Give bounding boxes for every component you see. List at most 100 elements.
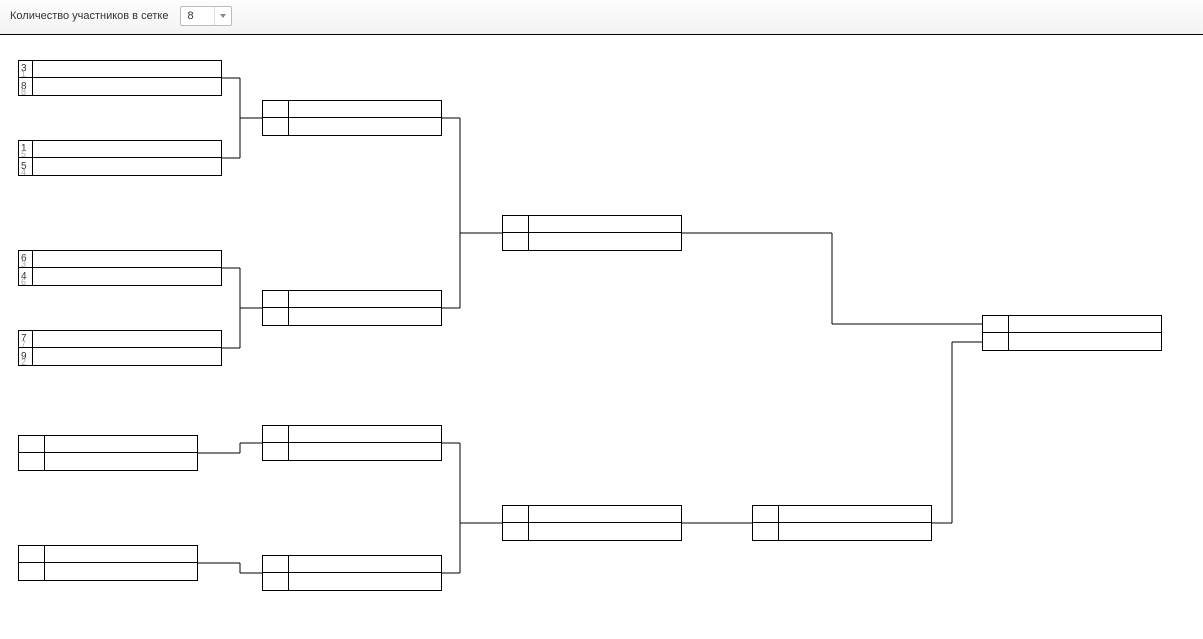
bracket-match-l1-2[interactable] <box>18 545 198 581</box>
seed-sub: 8 <box>21 88 26 97</box>
seed-cell: 8 8 <box>19 78 33 95</box>
player-cell <box>45 563 197 580</box>
seed-cell <box>263 443 289 460</box>
match-row <box>752 523 932 541</box>
player-cell <box>33 251 221 267</box>
match-row: 6 3 <box>18 250 222 268</box>
match-row <box>502 233 682 251</box>
match-row <box>502 505 682 523</box>
chevron-down-icon <box>220 14 226 18</box>
match-row <box>262 308 442 326</box>
player-cell <box>289 118 441 135</box>
bracket-match-final[interactable] <box>982 315 1162 351</box>
bracket-match-r1-4[interactable]: 7 7 9 2 <box>18 330 222 366</box>
player-cell <box>779 523 931 540</box>
bracket-area: 3 1 8 8 1 5 5 4 <box>0 35 1203 635</box>
player-cell <box>33 348 221 365</box>
seed-cell: 3 1 <box>19 61 33 77</box>
seed-cell <box>983 333 1009 350</box>
bracket-match-r1-1[interactable]: 3 1 8 8 <box>18 60 222 96</box>
player-cell <box>33 141 221 157</box>
match-row: 9 2 <box>18 348 222 366</box>
seed-cell <box>503 216 529 232</box>
player-cell <box>45 546 197 562</box>
seed-cell <box>753 506 779 522</box>
participants-select[interactable]: 8 <box>180 6 232 26</box>
match-row <box>18 563 198 581</box>
match-row: 3 1 <box>18 60 222 78</box>
player-cell <box>33 331 221 347</box>
bracket-match-r1-2[interactable]: 1 5 5 4 <box>18 140 222 176</box>
seed-sub: 5 <box>21 150 26 159</box>
match-row <box>262 573 442 591</box>
seed-cell: 6 3 <box>19 251 33 267</box>
seed-cell <box>263 573 289 590</box>
seed-cell <box>503 233 529 250</box>
seed-cell <box>753 523 779 540</box>
player-cell <box>529 523 681 540</box>
participants-label: Количество участников в сетке <box>10 10 168 22</box>
player-cell <box>289 101 441 117</box>
bracket-match-l1-1[interactable] <box>18 435 198 471</box>
match-row: 7 7 <box>18 330 222 348</box>
seed-cell: 5 4 <box>19 158 33 175</box>
match-row: 1 5 <box>18 140 222 158</box>
player-cell <box>529 506 681 522</box>
player-cell <box>45 453 197 470</box>
bracket-match-l4[interactable] <box>752 505 932 541</box>
match-row <box>18 453 198 471</box>
seed-cell <box>983 316 1009 332</box>
player-cell <box>33 61 221 77</box>
match-row <box>502 523 682 541</box>
seed-sub: 4 <box>21 168 26 177</box>
seed-cell <box>19 453 45 470</box>
match-row <box>752 505 932 523</box>
match-row <box>262 555 442 573</box>
seed-cell: 7 7 <box>19 331 33 347</box>
topbar: Количество участников в сетке 8 <box>0 0 1203 35</box>
seed-sub: 2 <box>21 358 26 367</box>
player-cell <box>1009 316 1161 332</box>
player-cell <box>289 443 441 460</box>
match-row <box>262 443 442 461</box>
player-cell <box>33 78 221 95</box>
match-row: 5 4 <box>18 158 222 176</box>
seed-cell <box>263 118 289 135</box>
player-cell <box>529 233 681 250</box>
bracket-match-l3[interactable] <box>502 505 682 541</box>
player-cell <box>289 308 441 325</box>
player-cell <box>779 506 931 522</box>
seed-sub: 3 <box>21 260 26 269</box>
seed-cell <box>503 506 529 522</box>
seed-cell <box>263 308 289 325</box>
match-row: 4 6 <box>18 268 222 286</box>
match-row <box>262 425 442 443</box>
seed-cell <box>19 546 45 562</box>
bracket-match-l2-1[interactable] <box>262 425 442 461</box>
match-row <box>262 290 442 308</box>
seed-cell <box>19 563 45 580</box>
bracket-match-wf[interactable] <box>502 215 682 251</box>
player-cell <box>1009 333 1161 350</box>
player-cell <box>33 158 221 175</box>
seed-cell <box>263 426 289 442</box>
bracket-match-r2-2[interactable] <box>262 290 442 326</box>
match-row: 8 8 <box>18 78 222 96</box>
seed-sub: 7 <box>21 340 26 349</box>
bracket-match-l2-2[interactable] <box>262 555 442 591</box>
match-row <box>502 215 682 233</box>
bracket-match-r1-3[interactable]: 6 3 4 6 <box>18 250 222 286</box>
bracket-match-r2-1[interactable] <box>262 100 442 136</box>
seed-cell: 1 5 <box>19 141 33 157</box>
match-row <box>262 118 442 136</box>
player-cell <box>529 216 681 232</box>
player-cell <box>33 268 221 285</box>
match-row <box>262 100 442 118</box>
player-cell <box>289 291 441 307</box>
seed-cell <box>263 101 289 117</box>
match-row <box>18 435 198 453</box>
match-row <box>982 333 1162 351</box>
seed-sub: 6 <box>21 278 26 287</box>
participants-select-arrow <box>214 7 231 25</box>
player-cell <box>289 426 441 442</box>
